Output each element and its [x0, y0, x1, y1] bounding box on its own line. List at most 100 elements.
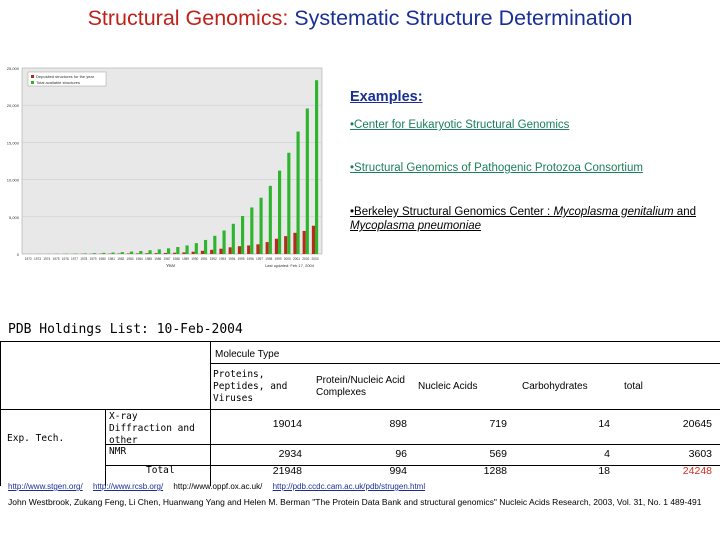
x-tick-label: 1972 [25, 257, 32, 261]
bar-total [139, 250, 143, 254]
x-tick-label: 1996 [247, 257, 254, 261]
x-tick-label: 1990 [191, 257, 198, 261]
citation: John Westbrook, Zukang Feng, Li Chen, Hu… [8, 497, 702, 507]
cell-xray-nucleic: 719 [489, 418, 507, 430]
y-tick-label: 10,000 [7, 178, 20, 183]
bar-total [111, 252, 115, 254]
bar-total [213, 235, 217, 254]
pdb-holdings-title: PDB Holdings List: 10-Feb-2004 [8, 322, 243, 337]
x-tick-label: 1989 [182, 257, 189, 261]
cell-grand-total: 24248 [682, 465, 712, 477]
y-tick-label: 20,000 [7, 103, 20, 108]
table-line [0, 409, 720, 410]
bar-total [268, 185, 272, 254]
y-tick-label: 25,000 [7, 66, 20, 71]
bar-total [315, 80, 319, 254]
bar-total [296, 131, 300, 254]
row-label-total: Total [146, 465, 175, 476]
table-line [210, 363, 720, 364]
cell-xray-total: 20645 [682, 418, 712, 430]
example-link-sgpp[interactable]: •Structural Genomics of Pathogenic Proto… [350, 161, 643, 175]
bar-deposited [182, 252, 186, 254]
table-line [105, 409, 106, 486]
molecule-type-header: Molecule Type [215, 349, 280, 360]
legend-label: Deposited structures for the year [36, 74, 95, 79]
bar-total [176, 247, 180, 254]
examples-heading: Examples: [350, 89, 423, 105]
x-tick-label: 1991 [200, 257, 207, 261]
x-tick-label: 1980 [99, 257, 106, 261]
cell-nmr-complexes: 96 [395, 448, 407, 460]
bar-total [93, 253, 97, 254]
bar-deposited [247, 245, 251, 254]
x-tick-label: 2003 [311, 257, 318, 261]
cell-xray-proteins: 19014 [272, 418, 302, 430]
bar-deposited [200, 250, 205, 254]
legend-swatch [31, 75, 34, 78]
bar-total [204, 239, 208, 254]
bar-deposited [256, 244, 260, 254]
x-tick-label: 1987 [163, 257, 170, 261]
row-group-label: Exp. Tech. [7, 433, 65, 444]
x-tick-label: 1992 [210, 257, 217, 261]
x-tick-label: 2002 [302, 257, 309, 261]
x-tick-label: 1983 [126, 257, 133, 261]
table-border-left [0, 341, 1, 486]
bar-total [259, 197, 263, 254]
bar-deposited [126, 253, 131, 254]
cell-total-nucleic: 1288 [483, 465, 507, 477]
x-tick-label: 1986 [154, 257, 161, 261]
col-header-nucleic: Nucleic Acids [418, 381, 478, 392]
link-rcsb[interactable]: http://www.rcsb.org/ [93, 482, 163, 491]
bar-total [250, 207, 254, 254]
x-tick-label: 1995 [237, 257, 244, 261]
x-tick-label: 1979 [89, 257, 96, 261]
y-tick-label: 5,000 [9, 215, 20, 220]
cell-nmr-nucleic: 569 [489, 448, 507, 460]
reference-links: http://www.stgen.org/ http://www.rcsb.or… [8, 482, 433, 491]
bar-deposited [228, 247, 232, 254]
bar-deposited [274, 238, 279, 254]
bar-deposited [145, 253, 149, 254]
link-stgen[interactable]: http://www.stgen.org/ [8, 482, 83, 491]
x-tick-label: 1975 [52, 257, 59, 261]
bar-total [148, 250, 152, 254]
link-ccdc[interactable]: http://pdb.ccdc.cam.ac.uk/pdb/strugen.ht… [273, 482, 426, 491]
cell-total-complexes: 994 [389, 465, 407, 477]
bar-deposited [237, 246, 242, 254]
plot-area [21, 67, 323, 255]
x-tick-label: 1998 [265, 257, 272, 261]
bar-total [222, 230, 226, 254]
bar-deposited [219, 248, 223, 254]
bar-deposited [154, 253, 158, 254]
example-link-bsgc[interactable]: •Berkeley Structural Genomics Center : M… [350, 205, 718, 233]
x-tick-label: 1993 [219, 257, 226, 261]
bar-total [167, 248, 171, 254]
bar-deposited [136, 253, 140, 254]
y-tick-label: 15,000 [7, 140, 20, 145]
legend-label: Total available structures [36, 80, 80, 85]
bar-total [83, 253, 87, 254]
examples-box: Examples: •Center for Eukaryotic Structu… [350, 89, 720, 232]
pdb-growth-chart: 25,000 20,000 15,000 10,000 5,000 0 1972 1973 19… [0, 62, 330, 274]
cell-total-proteins: 21948 [272, 465, 302, 477]
cell-xray-complexes: 898 [389, 418, 407, 430]
bar-total [120, 252, 124, 254]
x-tick-label: 2001 [293, 257, 300, 261]
bar-total [287, 152, 291, 254]
example-link-cesg[interactable]: •Center for Eukaryotic Structural Genomi… [350, 118, 569, 132]
y-tick-label: 0 [17, 252, 20, 257]
bar-deposited [284, 236, 288, 254]
x-tick-label: 1977 [71, 257, 78, 261]
bar-total [102, 252, 106, 254]
x-tick-label: 1988 [173, 257, 180, 261]
row-label-nmr: NMR [109, 446, 127, 457]
col-header-total: total [624, 381, 643, 392]
bar-deposited [302, 230, 306, 254]
x-tick-label: 1984 [136, 257, 143, 261]
bar-deposited [311, 225, 316, 254]
x-tick-label: 1999 [274, 257, 281, 261]
x-tick-label: 1994 [228, 257, 235, 261]
link-oppf[interactable]: http://www.oppf.ox.ac.uk/ [173, 482, 262, 491]
col-header-complexes: Protein/Nucleic Acid Complexes [316, 375, 405, 398]
